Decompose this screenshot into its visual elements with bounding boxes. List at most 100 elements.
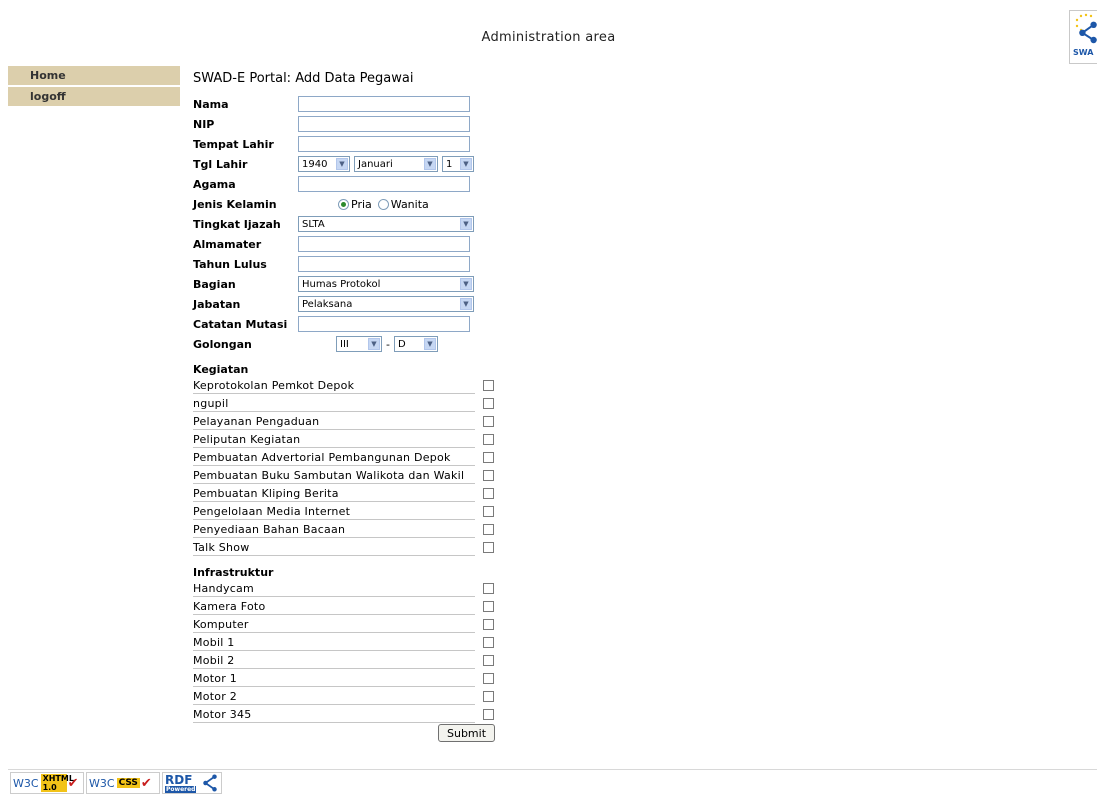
kegiatan-item-label: Talk Show — [193, 541, 475, 556]
kegiatan-item-label: Pembuatan Advertorial Pembangunan Depok — [193, 451, 475, 466]
list-item: Kamera Foto — [193, 598, 495, 616]
kegiatan-checkbox[interactable] — [483, 542, 494, 553]
infrastruktur-list: Handycam Kamera Foto Komputer Mobil 1 Mo… — [193, 580, 503, 724]
kegiatan-list: Keprotokolan Pemkot Depok ngupil Pelayan… — [193, 377, 503, 557]
sidebar: Home logoff — [8, 66, 180, 108]
submit-button[interactable]: Submit — [438, 724, 495, 742]
check-icon: ✔ — [67, 775, 79, 791]
list-item: Mobil 2 — [193, 652, 495, 670]
gender-label-pria: Pria — [351, 197, 372, 211]
row-agama: Agama — [193, 174, 503, 194]
jabatan-select[interactable]: Pelaksana ▼ — [298, 296, 474, 312]
infrastruktur-item-label: Kamera Foto — [193, 600, 475, 615]
sidebar-item-home[interactable]: Home — [8, 66, 180, 85]
list-item: Pengelolaan Media Internet — [193, 503, 495, 521]
row-tgl-lahir: Tgl Lahir 1940 ▼ Januari ▼ 1 ▼ — [193, 154, 503, 174]
kegiatan-item-label: Pembuatan Buku Sambutan Walikota dan Wak… — [193, 469, 475, 484]
kegiatan-checkbox[interactable] — [483, 452, 494, 463]
rdf-network-icon — [203, 774, 217, 792]
infrastruktur-checkbox[interactable] — [483, 637, 494, 648]
tgl-month-select[interactable]: Januari ▼ — [354, 156, 438, 172]
chevron-down-icon: ▼ — [460, 298, 472, 310]
kegiatan-item-label: Penyediaan Bahan Bacaan — [193, 523, 475, 538]
infrastruktur-checkbox[interactable] — [483, 601, 494, 612]
tgl-year-select[interactable]: 1940 ▼ — [298, 156, 350, 172]
kegiatan-checkbox[interactable] — [483, 470, 494, 481]
row-bagian: Bagian Humas Protokol ▼ — [193, 274, 503, 294]
tahun-lulus-label: Tahun Lulus — [193, 257, 267, 271]
catatan-mutasi-input[interactable] — [298, 316, 470, 332]
row-tempat-lahir: Tempat Lahir — [193, 134, 503, 154]
list-item: Talk Show — [193, 539, 495, 557]
kegiatan-checkbox[interactable] — [483, 380, 494, 391]
rdf-powered-badge[interactable]: RDF Powered — [162, 772, 222, 794]
nama-input[interactable] — [298, 96, 470, 112]
kegiatan-checkbox[interactable] — [483, 434, 494, 445]
agama-input[interactable] — [298, 176, 470, 192]
kegiatan-checkbox[interactable] — [483, 506, 494, 517]
swad-logo[interactable]: SWA — [1069, 10, 1097, 64]
row-tingkat-ijazah: Tingkat Ijazah SLTA ▼ — [193, 214, 503, 234]
bagian-label: Bagian — [193, 277, 236, 291]
kegiatan-checkbox[interactable] — [483, 524, 494, 535]
infrastruktur-checkbox[interactable] — [483, 619, 494, 630]
chevron-down-icon: ▼ — [336, 158, 348, 170]
footer-divider — [8, 769, 1097, 770]
list-item: Pembuatan Buku Sambutan Walikota dan Wak… — [193, 467, 495, 485]
catatan-mutasi-label: Catatan Mutasi — [193, 317, 288, 331]
kegiatan-checkbox[interactable] — [483, 416, 494, 427]
w3c-css-badge[interactable]: W3C CSS ✔ — [86, 772, 160, 794]
tingkat-ijazah-select[interactable]: SLTA ▼ — [298, 216, 474, 232]
golongan-ruang-select[interactable]: D ▼ — [393, 336, 438, 352]
infrastruktur-checkbox[interactable] — [483, 709, 494, 720]
tgl-year-value: 1940 — [302, 158, 328, 170]
infrastruktur-checkbox[interactable] — [483, 583, 494, 594]
tahun-lulus-input[interactable] — [298, 256, 470, 272]
kegiatan-item-label: Keprotokolan Pemkot Depok — [193, 379, 475, 394]
infrastruktur-item-label: Mobil 2 — [193, 654, 475, 669]
sidebar-item-logoff[interactable]: logoff — [8, 87, 180, 106]
list-item: Motor 1 — [193, 670, 495, 688]
gender-label-wanita: Wanita — [390, 197, 429, 211]
infrastruktur-checkbox[interactable] — [483, 655, 494, 666]
bagian-value: Humas Protokol — [302, 278, 381, 290]
infrastruktur-checkbox[interactable] — [483, 691, 494, 702]
gender-radio-wanita[interactable] — [377, 198, 389, 210]
gender-radio-pria[interactable] — [338, 198, 349, 210]
agama-label: Agama — [193, 177, 236, 191]
golongan-select[interactable]: III ▼ — [336, 336, 382, 352]
infrastruktur-checkbox[interactable] — [483, 673, 494, 684]
infrastruktur-item-label: Komputer — [193, 618, 475, 633]
jabatan-label: Jabatan — [193, 297, 241, 311]
list-item: Penyediaan Bahan Bacaan — [193, 521, 495, 539]
submit-row: Submit — [193, 724, 503, 744]
tgl-day-select[interactable]: 1 ▼ — [442, 156, 474, 172]
infrastruktur-item-label: Mobil 1 — [193, 636, 475, 651]
infrastruktur-heading: Infrastruktur — [193, 566, 274, 579]
jabatan-value: Pelaksana — [302, 298, 353, 310]
xhtml-label: XHTML 1.0 — [40, 774, 74, 792]
almamater-input[interactable] — [298, 236, 470, 252]
jenis-kelamin-label: Jenis Kelamin — [193, 197, 277, 211]
page-title: SWAD-E Portal: Add Data Pegawai — [193, 71, 414, 86]
tempat-lahir-input[interactable] — [298, 136, 470, 152]
chevron-down-icon: ▼ — [460, 278, 472, 290]
nip-input[interactable] — [298, 116, 470, 132]
nip-label: NIP — [193, 117, 215, 131]
kegiatan-item-label: Pelayanan Pengaduan — [193, 415, 475, 430]
check-icon: ✔ — [140, 775, 152, 791]
row-jabatan: Jabatan Pelaksana ▼ — [193, 294, 503, 314]
kegiatan-checkbox[interactable] — [483, 488, 494, 499]
rdf-powered-label: Powered — [165, 786, 197, 793]
tingkat-ijazah-label: Tingkat Ijazah — [193, 217, 281, 231]
bagian-select[interactable]: Humas Protokol ▼ — [298, 276, 474, 292]
golongan-label: Golongan — [193, 337, 252, 351]
w3c-xhtml-badge[interactable]: W3C XHTML 1.0 ✔ — [10, 772, 84, 794]
kegiatan-item-label: Peliputan Kegiatan — [193, 433, 475, 448]
css-label: CSS — [116, 778, 140, 788]
tgl-month-value: Januari — [358, 158, 393, 170]
row-tahun-lulus: Tahun Lulus — [193, 254, 503, 274]
page-header-title: Administration area — [481, 30, 616, 45]
kegiatan-checkbox[interactable] — [483, 398, 494, 409]
row-jenis-kelamin: Jenis Kelamin Pria Wanita — [193, 194, 503, 214]
